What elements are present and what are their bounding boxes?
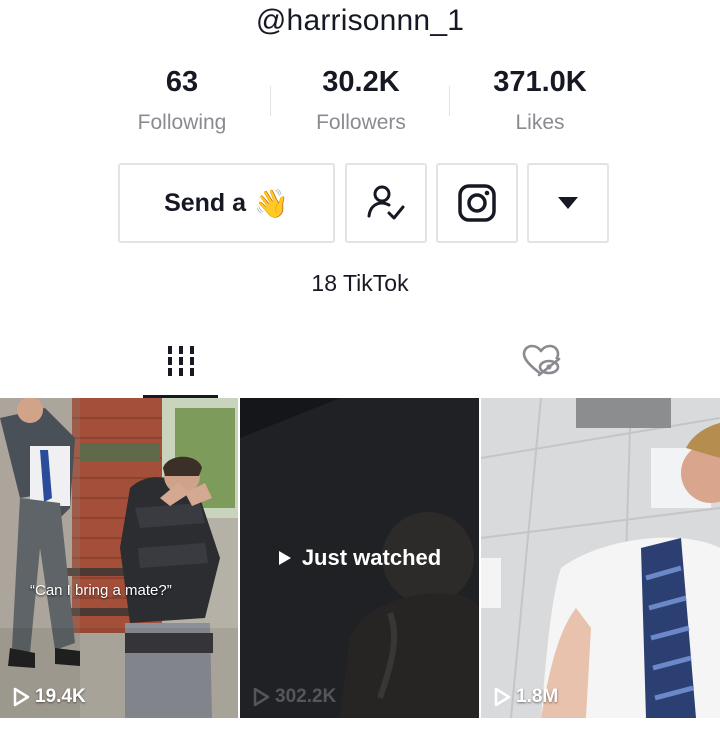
view-count: 19.4K	[12, 686, 86, 708]
stat-following[interactable]: 63 Following	[92, 66, 272, 135]
caret-down-icon	[558, 197, 578, 209]
view-count: 1.8M	[493, 686, 558, 708]
video-thumbnail	[481, 398, 720, 718]
tab-liked[interactable]	[503, 336, 578, 398]
stat-divider	[270, 86, 271, 116]
stat-followers[interactable]: 30.2K Followers	[271, 66, 451, 135]
instagram-button[interactable]	[436, 163, 518, 243]
play-outline-icon	[494, 687, 511, 707]
view-count-value: 19.4K	[35, 686, 86, 707]
view-count: 302.2K	[252, 686, 336, 708]
stat-followers-label: Followers	[316, 111, 406, 134]
view-count-value: 1.8M	[516, 686, 559, 707]
grid-icon	[167, 346, 194, 376]
just-watched-text: Just watched	[301, 545, 442, 570]
send-wave-button[interactable]: Send a 👋	[118, 163, 335, 243]
stats-row: 63 Following 30.2K Followers 371.0K Like…	[0, 66, 720, 146]
wave-icon: 👋	[254, 187, 289, 219]
user-check-icon	[367, 185, 405, 220]
video-tile[interactable]: Just watched 302.2K	[240, 398, 479, 718]
video-tile[interactable]: 1.8M	[481, 398, 720, 718]
stat-following-value: 63	[165, 66, 199, 98]
stat-following-label: Following	[137, 111, 227, 134]
stat-likes-value: 371.0K	[493, 66, 587, 98]
video-caption: “Can I bring a mate?”	[30, 582, 172, 599]
play-icon	[278, 551, 291, 565]
send-wave-label: Send a	[164, 188, 247, 217]
stat-likes-label: Likes	[515, 111, 565, 134]
play-outline-icon	[253, 687, 270, 707]
stat-divider	[449, 86, 450, 116]
stat-likes: 371.0K Likes	[450, 66, 630, 135]
just-watched-label: Just watched	[240, 545, 479, 571]
hidden-heart-icon	[522, 344, 560, 377]
more-button[interactable]	[527, 163, 609, 243]
following-status-button[interactable]	[345, 163, 427, 243]
username: @harrisonnn_1	[255, 4, 465, 37]
stat-followers-value: 30.2K	[322, 66, 400, 98]
video-thumbnail	[0, 398, 238, 718]
bio-text: 18 TikTok	[311, 270, 409, 296]
video-tile[interactable]: “Can I bring a mate?” 19.4K	[0, 398, 238, 718]
play-outline-icon	[13, 687, 30, 707]
video-grid: “Can I bring a mate?” 19.4K Just watched…	[0, 398, 720, 718]
view-count-value: 302.2K	[275, 686, 337, 707]
profile-tabs	[0, 336, 720, 398]
instagram-icon	[458, 184, 496, 222]
tab-videos[interactable]	[143, 336, 218, 398]
